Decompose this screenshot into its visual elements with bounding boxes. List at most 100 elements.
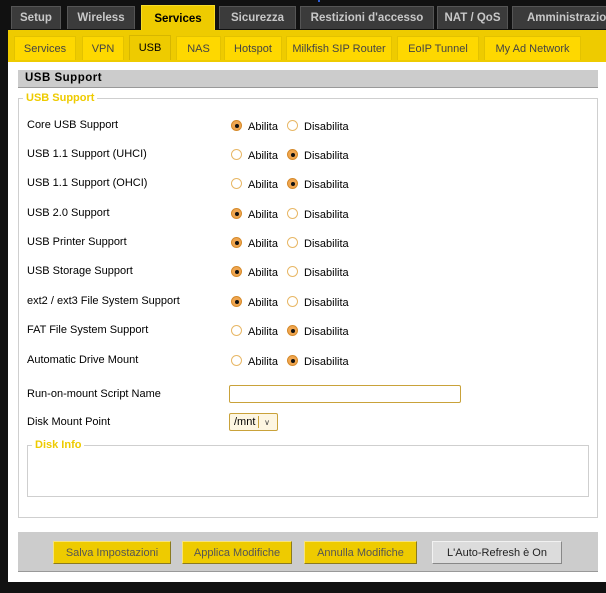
- setting-label: FAT File System Support: [27, 324, 149, 336]
- subtab-nas[interactable]: NAS: [176, 36, 221, 60]
- sub-tabs-bar: Services VPN USB NAS Hotspot Milkfish SI…: [8, 30, 606, 62]
- radio-enable[interactable]: [231, 266, 242, 277]
- radio-group: Abilita Disabilita: [231, 147, 349, 162]
- radio-option-enable[interactable]: Abilita: [231, 176, 287, 191]
- radio-enable[interactable]: [231, 325, 242, 336]
- radio-disable[interactable]: [287, 266, 298, 277]
- script-name-input[interactable]: [229, 385, 461, 403]
- setting-row: Core USB Support Abilita Disabilita: [19, 116, 589, 136]
- radio-disable[interactable]: [287, 237, 298, 248]
- radio-group: Abilita Disabilita: [231, 118, 349, 133]
- radio-option-enable[interactable]: Abilita: [231, 264, 287, 279]
- usb-support-fieldset: USB Support Core USB Support Abilita Disab…: [18, 92, 598, 518]
- radio-enable[interactable]: [231, 208, 242, 219]
- radio-option-enable[interactable]: Abilita: [231, 353, 287, 368]
- radio-label-enable: Abilita: [248, 267, 278, 279]
- radio-label-disable: Disabilita: [304, 121, 349, 133]
- subtab-milkfish[interactable]: Milkfish SIP Router: [286, 36, 392, 60]
- subtab-usb[interactable]: USB: [129, 35, 171, 60]
- radio-label-enable: Abilita: [248, 209, 278, 221]
- radio-group: Abilita Disabilita: [231, 206, 349, 221]
- autorefresh-button[interactable]: L'Auto-Refresh è On: [432, 541, 562, 564]
- radio-label-disable: Disabilita: [304, 238, 349, 250]
- radio-option-enable[interactable]: Abilita: [231, 235, 287, 250]
- radio-enable[interactable]: [231, 149, 242, 160]
- tab-wireless[interactable]: Wireless: [67, 6, 135, 29]
- tab-amministrazione[interactable]: Amministrazione: [512, 6, 606, 29]
- apply-button[interactable]: Applica Modifiche: [182, 541, 292, 564]
- radio-disable[interactable]: [287, 296, 298, 307]
- radio-option-disable[interactable]: Disabilita: [287, 323, 349, 338]
- radio-option-enable[interactable]: Abilita: [231, 323, 287, 338]
- radio-enable[interactable]: [231, 237, 242, 248]
- radio-option-enable[interactable]: Abilita: [231, 118, 287, 133]
- radio-label-disable: Disabilita: [304, 297, 349, 309]
- setting-label: USB 1.1 Support (UHCI): [27, 148, 147, 160]
- radio-option-disable[interactable]: Disabilita: [287, 294, 349, 309]
- tab-nat-qos[interactable]: NAT / QoS: [437, 6, 508, 29]
- radio-option-disable[interactable]: Disabilita: [287, 235, 349, 250]
- radio-label-disable: Disabilita: [304, 356, 349, 368]
- radio-label-disable: Disabilita: [304, 150, 349, 162]
- fieldset-legend: USB Support: [23, 92, 98, 104]
- setting-row: USB 1.1 Support (UHCI) Abilita Disabilita: [19, 145, 589, 165]
- subtab-services[interactable]: Services: [14, 36, 76, 60]
- radio-label-enable: Abilita: [248, 297, 278, 309]
- disk-info-fieldset: Disk Info: [27, 439, 589, 497]
- radio-enable[interactable]: [231, 120, 242, 131]
- subtab-vpn[interactable]: VPN: [82, 36, 124, 60]
- content-page: USB Support USB Support Core USB Support…: [8, 62, 606, 582]
- save-button[interactable]: Salva Impostazioni: [53, 541, 171, 564]
- cancel-button[interactable]: Annulla Modifiche: [304, 541, 417, 564]
- mount-point-label: Disk Mount Point: [27, 416, 111, 428]
- radio-label-disable: Disabilita: [304, 267, 349, 279]
- radio-enable[interactable]: [231, 296, 242, 307]
- radio-disable[interactable]: [287, 208, 298, 219]
- setting-row: ext2 / ext3 File System Support Abilita Di…: [19, 292, 589, 312]
- setting-label: ext2 / ext3 File System Support: [27, 295, 180, 307]
- radio-label-enable: Abilita: [248, 356, 278, 368]
- radio-group: Abilita Disabilita: [231, 323, 349, 338]
- radio-group: Abilita Disabilita: [231, 176, 349, 191]
- radio-option-disable[interactable]: Disabilita: [287, 118, 349, 133]
- setting-row: USB Printer Support Abilita Disabilita: [19, 233, 589, 253]
- radio-option-disable[interactable]: Disabilita: [287, 353, 349, 368]
- setting-row: Automatic Drive Mount Abilita Disabilita: [19, 351, 589, 371]
- radio-group: Abilita Disabilita: [231, 353, 349, 368]
- radio-disable[interactable]: [287, 120, 298, 131]
- tab-sicurezza[interactable]: Sicurezza: [219, 6, 296, 29]
- setting-row: USB 1.1 Support (OHCI) Abilita Disabilita: [19, 174, 589, 194]
- tab-restrizioni[interactable]: Restizioni d'accesso: [300, 6, 434, 29]
- mount-point-row: Disk Mount Point /mnt ∨: [19, 413, 589, 433]
- setting-label: Automatic Drive Mount: [27, 354, 139, 366]
- radio-disable[interactable]: [287, 149, 298, 160]
- script-name-row: Run-on-mount Script Name: [19, 385, 589, 405]
- setting-label: USB Storage Support: [27, 265, 133, 277]
- radio-option-disable[interactable]: Disabilita: [287, 147, 349, 162]
- radio-enable[interactable]: [231, 355, 242, 366]
- radio-option-enable[interactable]: Abilita: [231, 147, 287, 162]
- radio-label-enable: Abilita: [248, 179, 278, 191]
- radio-option-disable[interactable]: Disabilita: [287, 206, 349, 221]
- main-tabs: Setup Wireless Services Sicurezza Restiz…: [11, 5, 606, 31]
- radio-disable[interactable]: [287, 325, 298, 336]
- radio-enable[interactable]: [231, 178, 242, 189]
- radio-option-enable[interactable]: Abilita: [231, 206, 287, 221]
- radio-option-enable[interactable]: Abilita: [231, 294, 287, 309]
- section-title: USB Support: [18, 70, 598, 88]
- tab-services[interactable]: Services: [141, 5, 215, 31]
- setting-row: FAT File System Support Abilita Disabilita: [19, 321, 589, 341]
- subtab-hotspot[interactable]: Hotspot: [224, 36, 282, 60]
- radio-label-enable: Abilita: [248, 326, 278, 338]
- radio-group: Abilita Disabilita: [231, 235, 349, 250]
- radio-label-enable: Abilita: [248, 121, 278, 133]
- mount-point-select[interactable]: /mnt ∨: [229, 413, 278, 431]
- radio-disable[interactable]: [287, 355, 298, 366]
- subtab-eoip[interactable]: EoIP Tunnel: [397, 36, 479, 60]
- radio-option-disable[interactable]: Disabilita: [287, 264, 349, 279]
- subtab-my-ad-network[interactable]: My Ad Network: [484, 36, 581, 60]
- radio-option-disable[interactable]: Disabilita: [287, 176, 349, 191]
- radio-label-disable: Disabilita: [304, 179, 349, 191]
- tab-setup[interactable]: Setup: [11, 6, 61, 29]
- radio-disable[interactable]: [287, 178, 298, 189]
